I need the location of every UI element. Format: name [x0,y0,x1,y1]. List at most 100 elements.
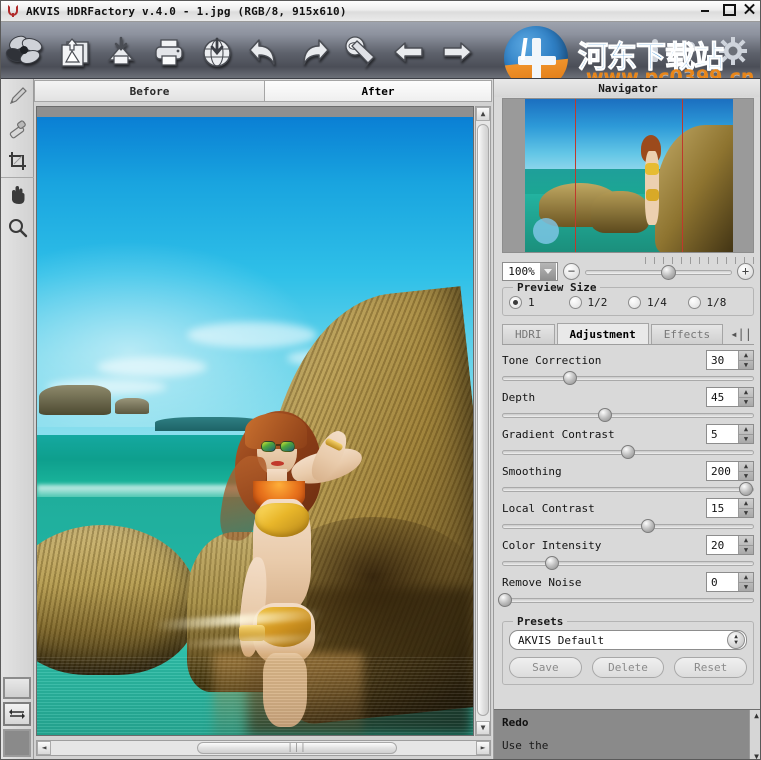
toolbar-button-undo[interactable] [241,27,289,77]
background-color-swatch[interactable] [3,729,31,757]
parameter-slider[interactable] [502,519,754,533]
tool-hand[interactable] [1,178,34,211]
toolbar-button-save[interactable] [97,27,145,77]
toolbar-button-about[interactable] [644,22,666,78]
tab-before[interactable]: Before [34,80,265,101]
scroll-left-arrow[interactable]: ◄ [37,741,51,755]
tab-hdri[interactable]: HDRI [502,324,555,344]
akvis-hdrfactory-window: AKVIS HDRFactory v.4.0 - 1.jpg (RGB/8, 9… [0,0,761,760]
spinner-down-icon[interactable]: ▼ [739,435,753,444]
spinner-down-icon[interactable]: ▼ [739,472,753,481]
preset-save-button[interactable]: Save [509,657,582,678]
akvis-flower-logo-icon [6,4,20,18]
toolbar-button-next[interactable] [433,27,481,77]
scroll-up-arrow[interactable]: ▲ [476,107,490,121]
navigator-badge [533,218,559,244]
spinner-down-icon[interactable]: ▼ [739,509,753,518]
maximize-icon[interactable] [721,2,736,16]
parameter-local-contrast: Local Contrast 15 ▲ ▼ [502,497,754,533]
parameter-spinner[interactable]: 200 ▲ ▼ [706,461,754,481]
toolbar-button-previous[interactable] [385,27,433,77]
scroll-down-arrow[interactable]: ▼ [476,721,490,735]
radio-icon[interactable] [687,296,701,309]
tool-eraser[interactable] [1,112,34,145]
scroll-up-glyph: ▲ [480,109,486,118]
horizontal-scroll-thumb[interactable]: ||| [197,742,397,754]
zoom-slider[interactable] [585,256,760,280]
spinner-up-icon[interactable]: ▲ [739,573,753,583]
parameter-slider[interactable] [497,593,754,607]
minimize-icon[interactable] [699,2,712,15]
canvas-horizontal-scrollbar[interactable]: ◄ ||| ► [36,740,491,756]
gear-icon [719,36,747,65]
tool-brush[interactable] [1,79,34,112]
toolbar-button-preview[interactable] [337,27,385,77]
preview-size-label-quarter: 1/4 [647,296,667,309]
preview-size-option-quarter[interactable]: 1/4 [628,296,688,309]
tool-crop[interactable] [1,145,34,178]
toolbar-button-help[interactable]: ? [678,22,704,78]
preset-combobox[interactable]: AKVIS Default ▲ ▼ [509,630,747,650]
spinner-up-icon[interactable]: ▲ [739,425,753,435]
toolbar-button-preferences[interactable] [718,22,748,78]
preview-size-option-1[interactable]: 1 [509,296,569,309]
close-icon[interactable] [743,2,756,15]
preset-spinner-icon[interactable]: ▲ ▼ [727,631,745,649]
spinner-down-icon[interactable]: ▼ [739,361,753,370]
scroll-right-glyph: ► [480,743,486,752]
navigator-thumbnail[interactable] [502,98,754,253]
hints-scroll-up-icon[interactable]: ▲ [754,711,759,720]
spinner-up-icon[interactable]: ▲ [739,462,753,472]
chevron-down-icon[interactable] [540,262,556,280]
spinner-down-icon[interactable]: ▼ [739,583,753,592]
spinner-up-icon[interactable]: ▲ [739,536,753,546]
zoom-slider-thumb[interactable] [661,264,677,280]
foreground-color-swatch[interactable] [3,677,31,699]
toolbar-button-publish[interactable] [193,27,241,77]
parameter-spinner[interactable]: 20 ▲ ▼ [706,535,754,555]
parameter-spinner[interactable]: 45 ▲ ▼ [706,387,754,407]
parameter-slider[interactable] [502,408,754,422]
parameter-spinner[interactable]: 30 ▲ ▼ [706,350,754,370]
toolbar-button-app-logo[interactable] [1,27,49,77]
hints-scroll-down-icon[interactable]: ▼ [754,752,759,759]
tool-zoom[interactable] [1,211,34,244]
spinner-down-icon[interactable]: ▼ [739,398,753,407]
parameter-slider[interactable] [502,482,754,496]
preset-reset-button[interactable]: Reset [674,657,748,678]
parameter-slider[interactable] [502,371,754,385]
zoom-in-button[interactable]: + [737,262,754,280]
parameter-slider[interactable] [502,445,754,459]
hints-scrollbar[interactable]: ▲ ▼ [749,710,760,759]
toolbar-button-redo[interactable] [289,27,337,77]
spinner-up-icon[interactable]: ▲ [739,499,753,509]
preview-size-option-half[interactable]: 1/2 [568,296,629,309]
spinner-up-icon[interactable]: ▲ [739,351,753,361]
tab-after[interactable]: After [265,80,492,101]
swap-arrows-icon[interactable] [3,702,31,726]
radio-icon[interactable] [628,296,641,309]
toolbar-button-print[interactable] [145,27,193,77]
radio-icon[interactable] [568,296,582,309]
spinner-down-icon[interactable]: ▼ [739,546,753,555]
spinner-up-icon[interactable]: ▲ [739,388,753,398]
toolbar-button-open[interactable] [49,27,97,77]
parameter-spinner[interactable]: 15 ▲ ▼ [706,498,754,518]
parameter-label: Color Intensity [502,538,602,552]
zoom-out-button[interactable]: − [563,262,580,280]
edited-photo [37,117,473,735]
preview-size-option-eighth[interactable]: 1/8 [687,296,748,309]
parameter-slider[interactable] [502,556,754,570]
preset-delete-button[interactable]: Delete [591,657,665,678]
parameter-spinner[interactable]: 5 ▲ ▼ [706,424,754,444]
scroll-right-arrow[interactable]: ► [476,741,490,755]
tab-adjustment[interactable]: Adjustment [556,323,649,344]
canvas-vertical-scrollbar[interactable]: ▲ ▼ [475,106,491,736]
zoom-level-combobox[interactable]: 100% [502,261,558,281]
collapse-panel-icon[interactable]: ◂|| [730,327,752,341]
radio-icon[interactable] [509,296,522,309]
vertical-scroll-thumb[interactable] [477,124,489,716]
tab-effects[interactable]: Effects [650,324,724,344]
parameter-spinner[interactable]: 0 ▲ ▼ [706,572,754,592]
image-canvas[interactable] [36,106,474,736]
